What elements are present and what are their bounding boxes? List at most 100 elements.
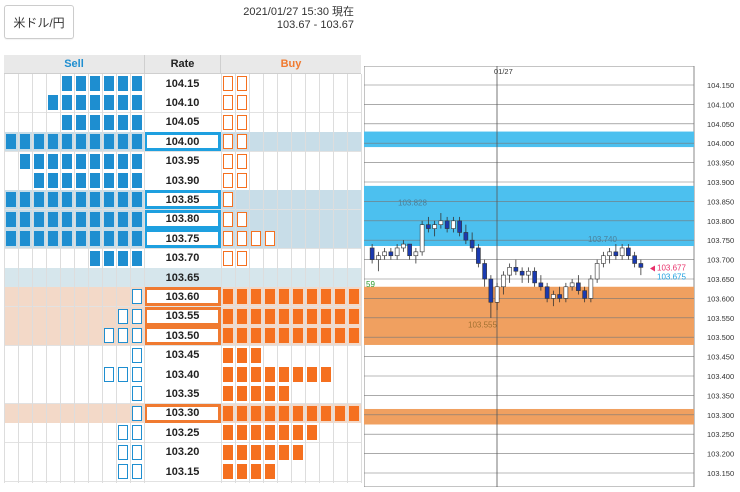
buy-volume-bar <box>251 444 261 460</box>
grid-line <box>60 74 61 483</box>
y-axis-label: 103.300 <box>707 411 734 420</box>
sell-volume-bar <box>76 153 86 169</box>
candle-body <box>501 274 506 288</box>
buy-volume-bar <box>237 173 247 188</box>
candle-body <box>419 224 425 253</box>
grid-line <box>235 74 236 483</box>
buy-volume-bar <box>223 464 233 479</box>
buy-volume-bar <box>307 405 317 421</box>
order-book-row: 103.35 <box>4 384 361 405</box>
order-book-row: 103.45 <box>4 345 361 366</box>
rate-cell: 103.15 <box>144 462 221 481</box>
order-book-row: 104.05 <box>4 112 361 133</box>
rate-header: Rate <box>144 55 221 74</box>
sell-volume-bar <box>132 289 142 305</box>
buy-volume-bar <box>293 405 303 421</box>
buy-volume-bar <box>223 386 233 402</box>
sell-zone <box>364 131 694 148</box>
sell-volume-bar <box>132 328 142 344</box>
quote-text: 103.67 - 103.67 <box>276 19 354 31</box>
buy-volume-bar <box>251 328 261 344</box>
sell-volume-bar <box>132 405 142 421</box>
sell-volume-bar <box>62 95 72 111</box>
currency-pair-button[interactable]: 米ドル/円 <box>4 5 74 39</box>
sell-volume-bar <box>118 134 128 150</box>
sell-volume-bar <box>132 153 142 169</box>
grid-line <box>18 74 19 483</box>
sell-volume-bar <box>118 211 128 227</box>
y-axis-label: 104.100 <box>707 100 734 109</box>
rate-cell: 104.10 <box>144 93 221 113</box>
buy-volume-bar <box>321 367 331 382</box>
sell-volume-bar <box>6 231 16 247</box>
grid-line <box>88 74 89 483</box>
buy-volume-bar <box>223 95 233 111</box>
buy-volume-bar <box>237 405 247 421</box>
sell-volume-bar <box>118 367 128 382</box>
sell-volume-bar <box>6 211 16 227</box>
sell-volume-bar <box>76 95 86 111</box>
rate-cell: 103.60 <box>144 287 221 307</box>
rate-cell: 104.05 <box>144 112 221 132</box>
sell-volume-bar <box>118 328 128 344</box>
sell-volume-bar <box>76 192 86 208</box>
grid-line <box>361 74 362 483</box>
sell-volume-bar <box>48 95 58 111</box>
buy-volume-bar <box>223 192 233 208</box>
buy-volume-bar <box>237 134 247 150</box>
buy-volume-bar <box>237 153 247 169</box>
grid-line <box>74 74 75 483</box>
sell-volume-bar <box>48 192 58 208</box>
sell-volume-bar <box>132 114 142 130</box>
candle-body <box>594 263 600 280</box>
y-axis-label: 104.050 <box>707 120 734 129</box>
order-book-row: 103.55 <box>4 306 361 327</box>
candle-body <box>607 251 612 257</box>
sell-volume-bar <box>20 231 30 247</box>
sell-volume-bar <box>104 134 114 150</box>
buy-volume-bar <box>251 231 261 247</box>
sell-volume-bar <box>90 76 100 91</box>
buy-volume-bar <box>237 347 247 363</box>
sell-volume-bar <box>76 173 86 188</box>
y-axis-label: 103.450 <box>707 353 734 362</box>
buy-volume-bar <box>293 425 303 441</box>
buy-volume-bar <box>251 425 261 441</box>
buy-volume-bar <box>251 464 261 479</box>
sell-volume-bar <box>34 192 44 208</box>
y-axis-label: 103.550 <box>707 314 734 323</box>
sell-volume-bar <box>76 114 86 130</box>
sell-volume-bar <box>104 231 114 247</box>
y-axis-label: 103.850 <box>707 197 734 206</box>
sell-volume-bar <box>48 231 58 247</box>
grid-line <box>305 74 306 483</box>
buy-volume-bar <box>279 444 289 460</box>
buy-volume-bar <box>237 114 247 130</box>
candle-body <box>507 267 512 276</box>
candle-body <box>551 294 556 299</box>
price-chart-svg: 104.150 104.100 104.050 104.000 103.950 103.9… <box>363 65 734 488</box>
grid-line <box>32 74 33 483</box>
buy-volume-bar <box>237 425 247 441</box>
sell-volume-bar <box>48 153 58 169</box>
buy-volume-bar <box>223 289 233 305</box>
buy-volume-bar <box>265 308 275 324</box>
order-book-row: 103.25 <box>4 423 361 444</box>
grid-line <box>144 74 145 483</box>
order-book-row: 103.15 <box>4 462 361 482</box>
candle-body <box>519 270 525 276</box>
order-book-row: 103.30 <box>4 403 361 424</box>
rate-cell: 103.50 <box>144 326 221 346</box>
y-axis-label: 103.250 <box>707 430 734 439</box>
candle-body <box>413 251 419 257</box>
order-book-row: 103.90 <box>4 171 361 191</box>
sell-volume-bar <box>118 464 128 479</box>
candle-body <box>438 220 444 225</box>
sell-volume-bar <box>62 153 72 169</box>
buy-volume-bar <box>279 367 289 382</box>
buy-volume-bar <box>265 328 275 344</box>
buy-volume-bar <box>251 405 261 421</box>
sell-volume-bar <box>90 114 100 130</box>
buy-volume-bar <box>265 231 275 247</box>
sell-volume-bar <box>90 192 100 208</box>
